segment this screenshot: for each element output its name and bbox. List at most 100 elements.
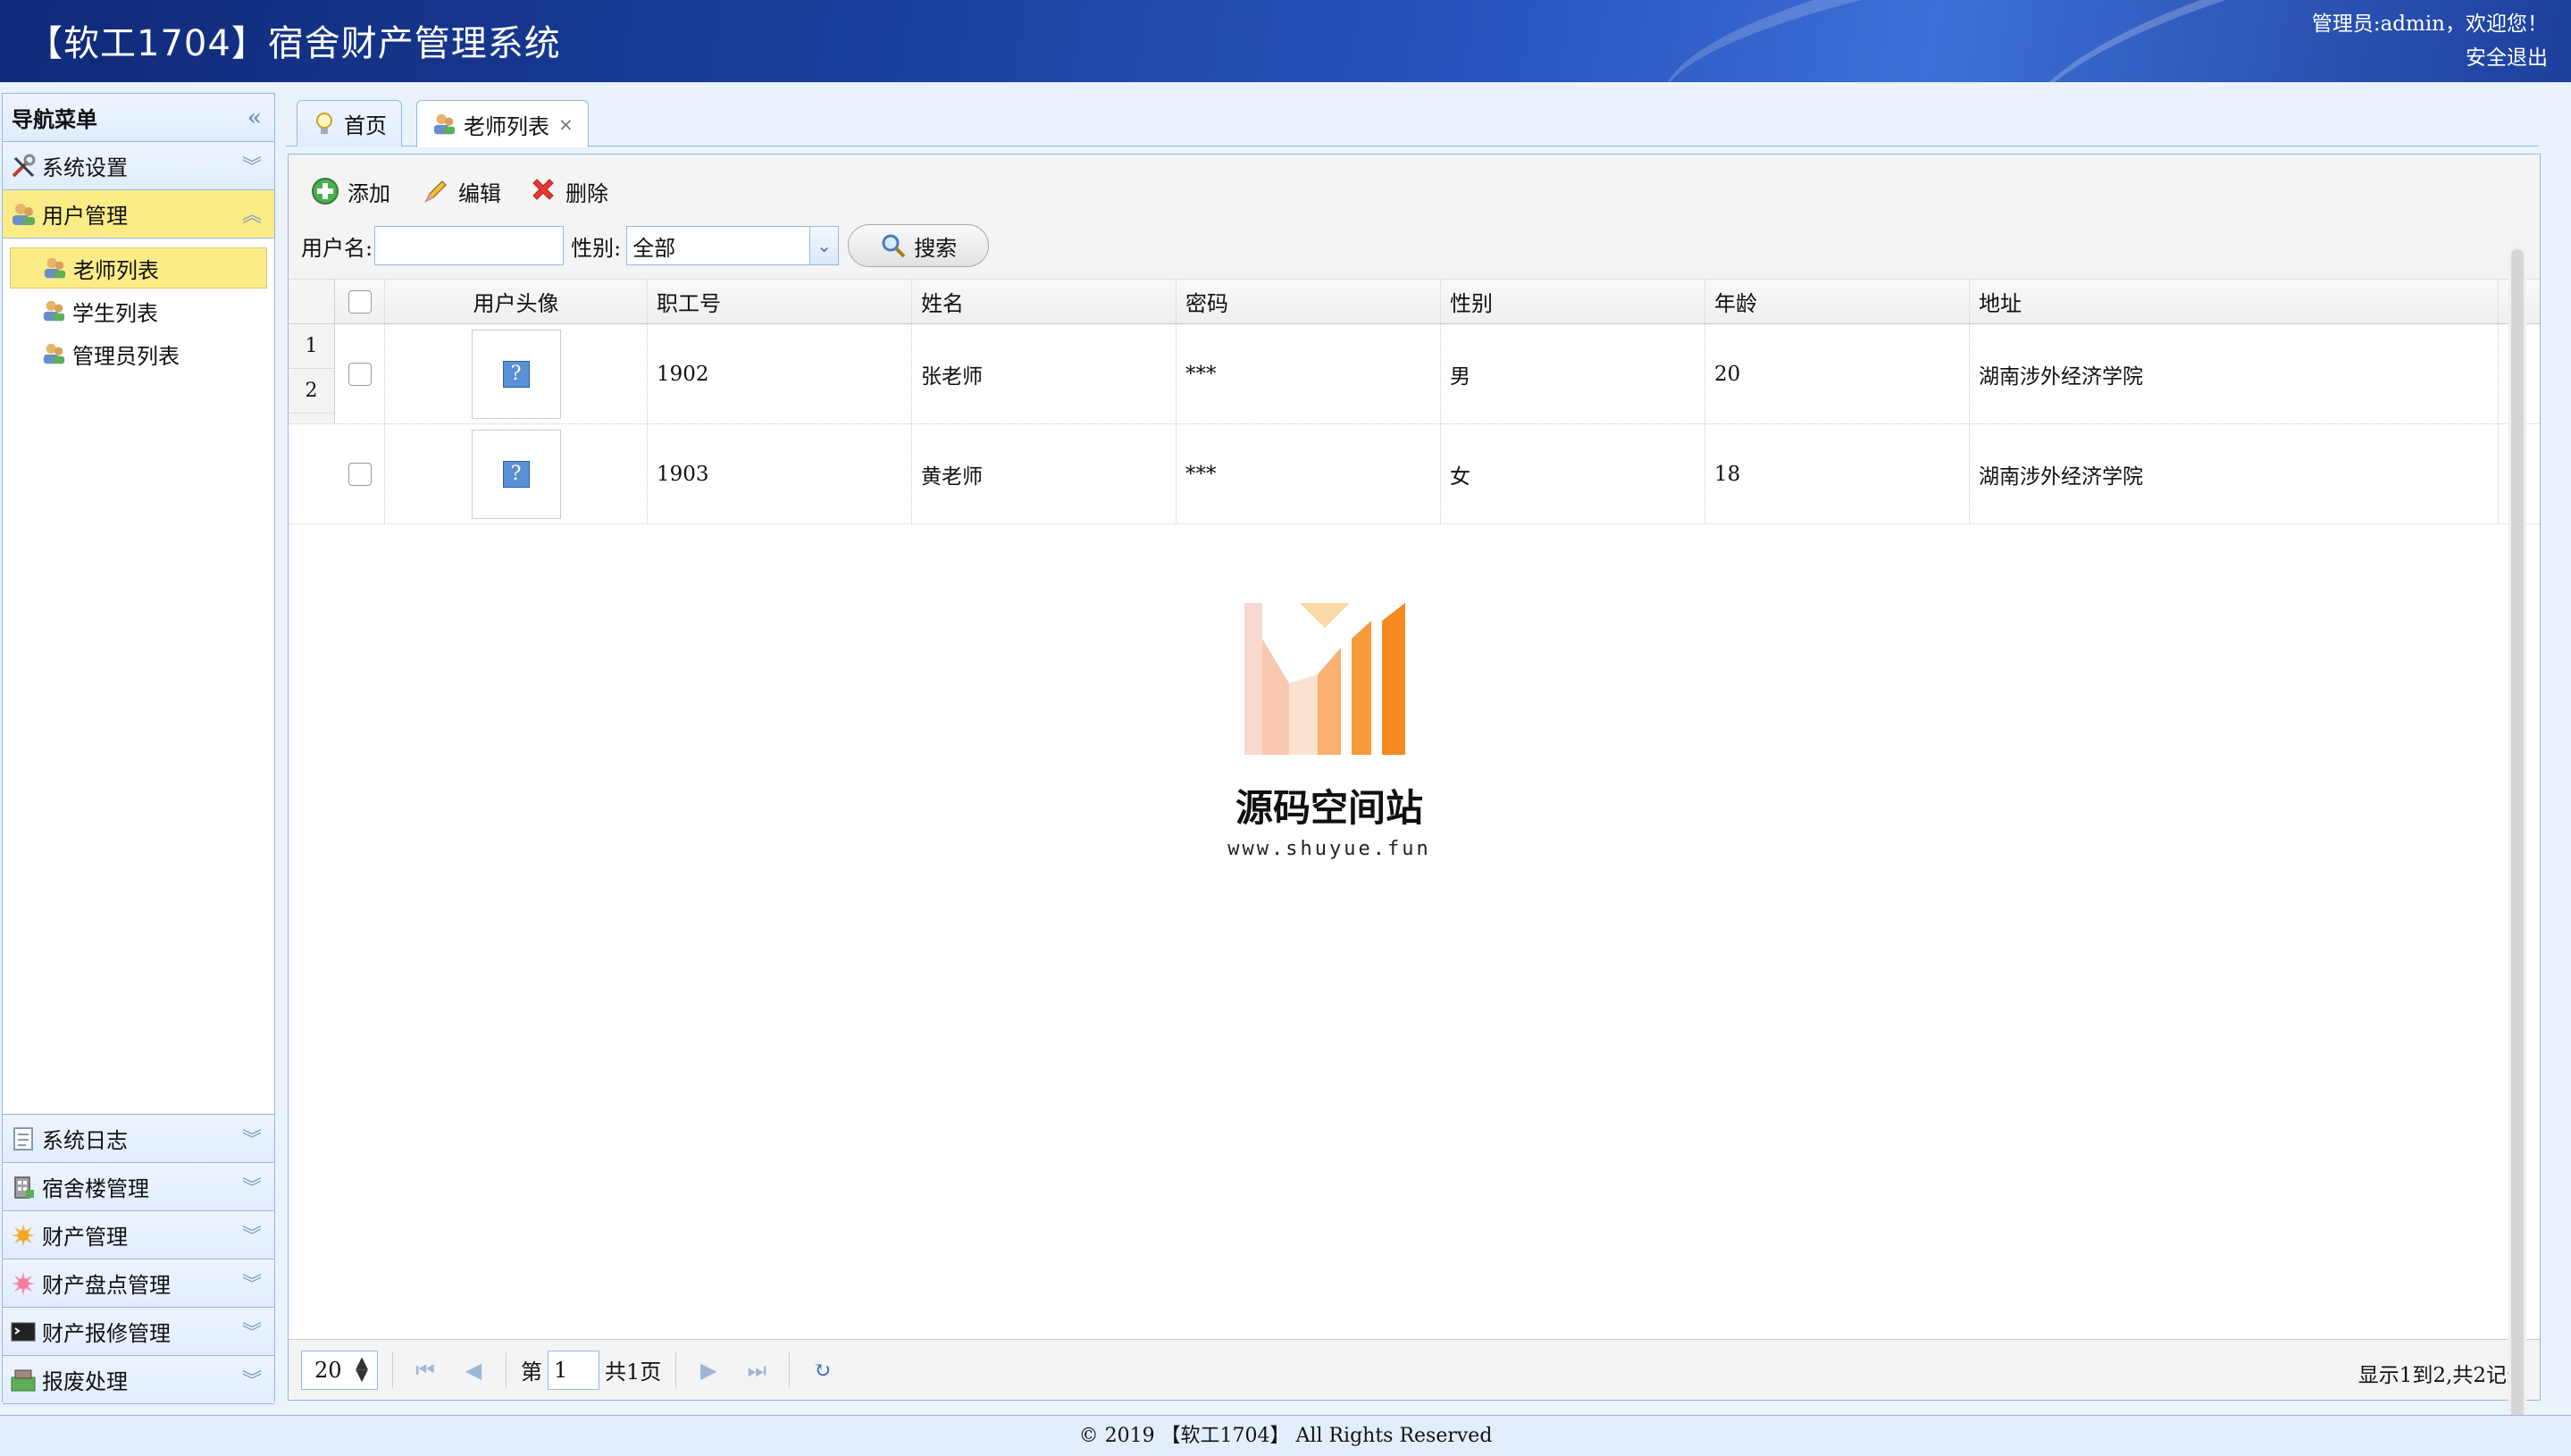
double-chevron-left-icon[interactable]: «: [247, 105, 262, 131]
spinner-icon: ▲ ▼: [356, 1352, 368, 1385]
chevron-down-icon[interactable]: ︾: [242, 1220, 262, 1249]
chevron-up-icon[interactable]: ︽: [242, 199, 262, 228]
broken-image-icon: ?: [502, 360, 530, 388]
chevron-down-icon[interactable]: ⌄: [809, 227, 839, 264]
sidebar-panel-label: 财产盘点管理: [42, 1273, 171, 1298]
tab-teacher-list[interactable]: 老师列表 ×: [416, 100, 589, 147]
chevron-down-icon[interactable]: ︾: [242, 151, 262, 180]
tree-item-teacher-list[interactable]: 老师列表: [10, 247, 267, 289]
select-all-checkbox[interactable]: [348, 289, 372, 314]
logout-link[interactable]: 安全退出: [2312, 41, 2548, 75]
column-header-id[interactable]: 职工号: [648, 280, 912, 323]
main-area: 首页 老师列表 × 添加 编辑 删除 用户名: 性别: 全部 ⌄ 搜索 用户头像…: [286, 93, 2541, 1456]
tools-icon: [12, 154, 36, 177]
cell-address: 湖南涉外经济学院: [1970, 324, 2499, 423]
sidebar-panel-asset[interactable]: 财产管理 ︾: [3, 1211, 274, 1259]
sidebar-panel-dorm-building[interactable]: 宿舍楼管理 ︾: [3, 1163, 274, 1211]
tree-item-label: 管理员列表: [72, 343, 180, 369]
sidebar-header: 导航菜单 «: [3, 94, 274, 142]
page-number-input[interactable]: 1: [548, 1350, 599, 1390]
chevron-down-icon[interactable]: ︾: [242, 1172, 262, 1201]
sidebar-panel-repair[interactable]: 财产报修管理 ︾: [3, 1308, 274, 1356]
search-icon: [882, 234, 906, 258]
sidebar-panel-label: 用户管理: [42, 204, 128, 229]
edit-button[interactable]: 编辑: [421, 171, 501, 212]
sidebar-panel-label: 财产管理: [42, 1225, 128, 1250]
chevron-down-icon[interactable]: ︾: [242, 1317, 262, 1345]
close-icon[interactable]: ×: [558, 113, 574, 135]
search-button[interactable]: 搜索: [848, 224, 990, 267]
grid-header: 用户头像 职工号 姓名 密码 性别 年龄 地址: [289, 280, 2540, 324]
column-header-avatar[interactable]: 用户头像: [385, 280, 648, 323]
log-icon: [13, 1126, 33, 1151]
sidebar-panel-inventory[interactable]: 财产盘点管理 ︾: [3, 1259, 274, 1308]
select-all-cell: [335, 280, 385, 323]
scrollbar-thumb[interactable]: [2511, 249, 2524, 1456]
table-row[interactable]: ? 1903 黄老师 *** 女 18 湖南涉外经济学院: [289, 424, 2540, 524]
user-management-tree: 老师列表 学生列表 管理员列表: [3, 238, 274, 1115]
column-header-address[interactable]: 地址: [1970, 280, 2499, 323]
asset-icon: [12, 1223, 35, 1247]
row-number: 1: [289, 324, 334, 369]
row-checkbox[interactable]: [348, 462, 372, 486]
pencil-icon: [424, 180, 448, 203]
sidebar-panel-system-log[interactable]: 系统日志 ︾: [3, 1115, 274, 1163]
first-page-icon[interactable]: ⏮: [407, 1352, 443, 1388]
row-checkbox[interactable]: [348, 362, 372, 386]
edit-label: 编辑: [458, 180, 501, 206]
avatar-cell: ?: [385, 324, 648, 423]
prev-page-icon[interactable]: ◀: [456, 1352, 491, 1388]
tree-item-admin-list[interactable]: 管理员列表: [10, 333, 267, 374]
data-grid: 用户头像 职工号 姓名 密码 性别 年龄 地址 1 2 ? 1902 张老师 *…: [289, 280, 2540, 524]
cell-gender: 男: [1441, 324, 1705, 423]
row-checkbox-cell: [335, 424, 385, 523]
building-icon: [14, 1176, 34, 1199]
delete-button[interactable]: 删除: [528, 171, 608, 212]
add-button[interactable]: 添加: [310, 171, 390, 212]
sidebar-panel-scrap[interactable]: 报废处理 ︾: [3, 1356, 274, 1404]
rownum-spacer: [289, 424, 335, 523]
watermark-url: www.shuyue.fun: [1227, 838, 1431, 860]
separator: [789, 1351, 791, 1388]
column-header-gender[interactable]: 性别: [1441, 280, 1705, 323]
table-row[interactable]: ? 1902 张老师 *** 男 20 湖南涉外经济学院: [289, 324, 2540, 424]
users-icon: [13, 203, 35, 225]
page-prefix: 第: [521, 1360, 542, 1385]
cell-password: ***: [1177, 324, 1441, 423]
column-header-password[interactable]: 密码: [1177, 280, 1441, 323]
bulb-icon: [316, 112, 332, 134]
column-header-name[interactable]: 姓名: [912, 280, 1177, 323]
refresh-icon[interactable]: ↻: [804, 1352, 840, 1388]
scrap-icon: [11, 1369, 36, 1391]
chevron-down-icon[interactable]: ︾: [242, 1365, 262, 1393]
plus-icon: [312, 178, 339, 205]
gender-select[interactable]: 全部 ⌄: [626, 226, 840, 265]
watermark-logo: [1244, 603, 1405, 755]
tree-item-label: 学生列表: [72, 300, 158, 326]
last-page-icon[interactable]: ⏭: [739, 1352, 775, 1388]
sidebar-panel-user-management[interactable]: 用户管理 ︽: [3, 190, 274, 238]
sidebar-panel-label: 系统设置: [42, 155, 128, 180]
chevron-down-icon[interactable]: ︾: [242, 1124, 262, 1152]
app-header: 【软工1704】宿舍财产管理系统 管理员:admin，欢迎您！ 安全退出: [0, 0, 2571, 82]
vertical-scrollbar[interactable]: [2508, 247, 2526, 1456]
avatar: ?: [471, 329, 561, 419]
watermark: 源码空间站 www.shuyue.fun: [1182, 603, 1477, 860]
inventory-icon: [12, 1271, 35, 1295]
tree-item-student-list[interactable]: 学生列表: [10, 290, 267, 331]
page-size-select[interactable]: 20 ▲ ▼: [301, 1350, 378, 1390]
avatar-cell: ?: [385, 424, 648, 523]
username-input[interactable]: [374, 226, 565, 265]
sidebar-panel-system-settings[interactable]: 系统设置 ︾: [3, 142, 274, 190]
cell-id: 1902: [648, 324, 912, 423]
users-icon: [43, 343, 65, 364]
next-page-icon[interactable]: ▶: [691, 1352, 726, 1388]
sidebar-panel-label: 宿舍楼管理: [42, 1176, 149, 1201]
tab-home[interactable]: 首页: [297, 100, 402, 146]
page-total: 共1页: [605, 1360, 662, 1385]
sidebar-panel-label: 系统日志: [42, 1128, 128, 1153]
app-title: 【软工1704】宿舍财产管理系统: [27, 23, 561, 64]
column-header-age[interactable]: 年龄: [1705, 280, 1970, 323]
user-info: 管理员:admin，欢迎您！ 安全退出: [2312, 7, 2548, 75]
chevron-down-icon[interactable]: ︾: [242, 1268, 262, 1297]
